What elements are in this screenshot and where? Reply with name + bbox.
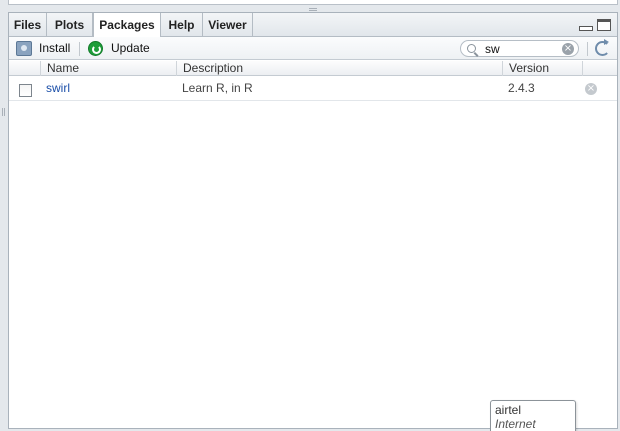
tab-viewer[interactable]: Viewer (203, 13, 253, 37)
header-version[interactable]: Version (502, 61, 582, 76)
package-name-link[interactable]: swirl (46, 81, 70, 96)
install-button[interactable]: Install (15, 39, 75, 58)
install-icon (16, 41, 32, 56)
upper-pane-edge (0, 0, 620, 8)
tab-files[interactable]: Files (9, 13, 47, 37)
update-button[interactable]: Update (87, 39, 157, 58)
packages-pane: Files Plots Packages Help Viewer Install… (8, 12, 618, 429)
update-icon (88, 41, 103, 56)
tab-help[interactable]: Help (161, 13, 203, 37)
tab-plots[interactable]: Plots (47, 13, 93, 37)
update-label: Update (111, 41, 150, 55)
header-checkbox-column (9, 61, 40, 76)
table-header: Name Description Version (9, 61, 617, 76)
toolbar-divider (79, 42, 80, 56)
package-description: Learn R, in R (182, 81, 253, 95)
search-clear-icon[interactable]: × (562, 43, 574, 55)
search-input[interactable] (485, 42, 555, 55)
table-row: swirl Learn R, in R 2.4.3 × (9, 77, 617, 101)
maximize-icon[interactable] (597, 19, 611, 31)
minimize-icon[interactable] (578, 19, 593, 31)
toolbar: Install Update × (9, 37, 617, 60)
package-load-checkbox[interactable] (19, 84, 32, 97)
header-name[interactable]: Name (40, 61, 176, 76)
remove-icon[interactable]: × (585, 83, 597, 95)
tooltip-title: airtel (495, 403, 522, 417)
refresh-icon[interactable] (595, 39, 610, 56)
tab-bar: Files Plots Packages Help Viewer (9, 13, 617, 38)
left-splitter-grip[interactable] (2, 108, 5, 116)
tooltip-subtitle: Internet access (495, 417, 536, 431)
splitter-grip[interactable] (309, 8, 317, 11)
header-remove-column (582, 61, 617, 76)
search-box: × (460, 40, 579, 57)
search-icon (467, 44, 476, 53)
network-tooltip: airtel Internet access (490, 400, 576, 431)
tab-packages[interactable]: Packages (93, 13, 161, 38)
package-version: 2.4.3 (508, 81, 535, 95)
toolbar-divider-right (587, 42, 588, 56)
upper-pane-bottom (8, 0, 618, 5)
header-description[interactable]: Description (176, 61, 502, 76)
install-label: Install (39, 41, 71, 55)
